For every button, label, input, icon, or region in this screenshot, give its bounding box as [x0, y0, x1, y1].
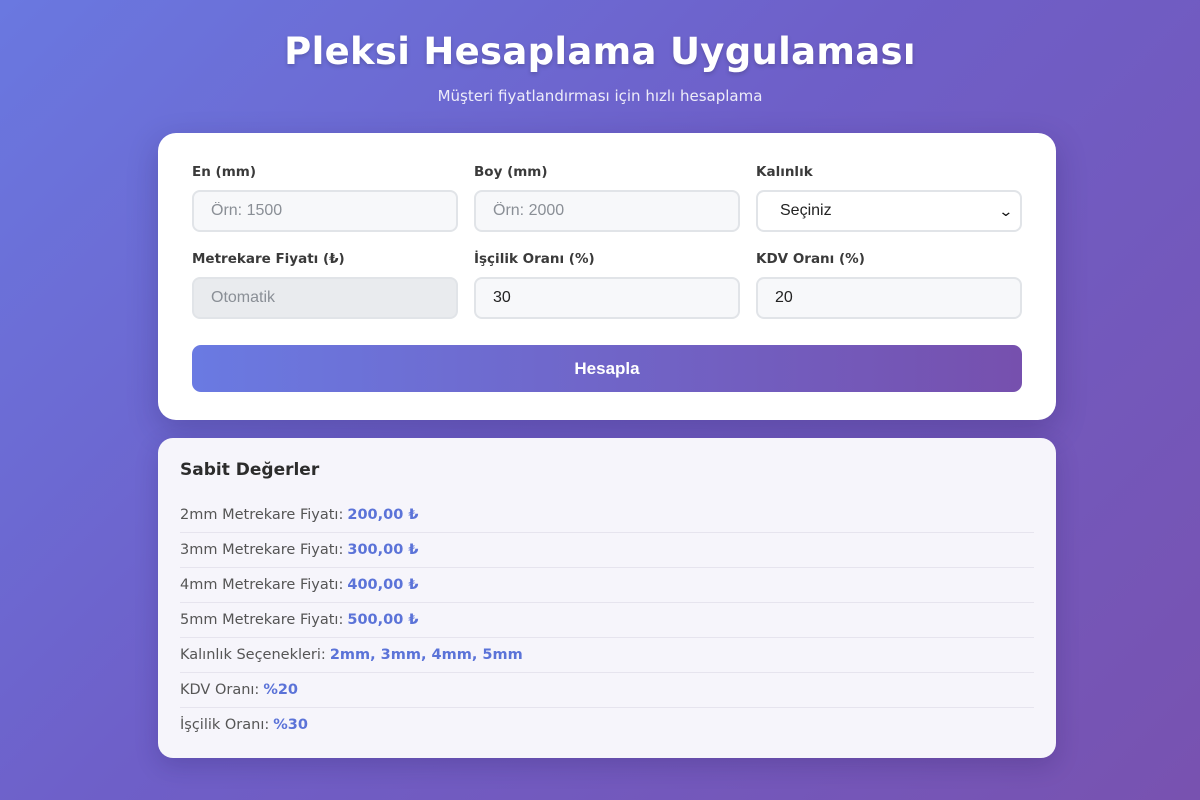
- constants-row: 2mm Metrekare Fiyatı: 200,00 ₺: [180, 498, 1034, 533]
- page-title: Pleksi Hesaplama Uygulaması: [284, 30, 916, 73]
- width-input[interactable]: [192, 190, 458, 232]
- constants-row-label: KDV Oranı:: [180, 682, 260, 698]
- thickness-label: Kalınlık: [756, 164, 813, 180]
- constants-row: İşçilik Oranı: %30: [180, 708, 1034, 743]
- constants-row: KDV Oranı: %20: [180, 673, 1034, 708]
- constants-row-value: %20: [263, 682, 299, 698]
- vat-rate-input[interactable]: [756, 277, 1022, 319]
- constants-row-label: 4mm Metrekare Fiyatı:: [180, 577, 344, 593]
- constants-row-label: Kalınlık Seçenekleri:: [180, 647, 326, 663]
- height-label: Boy (mm): [474, 164, 548, 180]
- calculate-button[interactable]: Hesapla: [192, 345, 1022, 392]
- width-label: En (mm): [192, 164, 257, 180]
- constants-row-label: İşçilik Oranı:: [180, 717, 270, 733]
- thickness-select[interactable]: Seçiniz ⌄: [756, 190, 1022, 232]
- labor-rate-label: İşçilik Oranı (%): [474, 251, 595, 267]
- labor-rate-field-group: İşçilik Oranı (%): [474, 250, 740, 319]
- thickness-selected-value: Seçiniz: [780, 202, 832, 219]
- height-field-group: Boy (mm): [474, 163, 740, 232]
- constants-row-value: 2mm, 3mm, 4mm, 5mm: [329, 647, 523, 663]
- sqm-price-input[interactable]: [192, 277, 458, 319]
- constants-row: 3mm Metrekare Fiyatı: 300,00 ₺: [180, 533, 1034, 568]
- labor-rate-input[interactable]: [474, 277, 740, 319]
- constants-row: 4mm Metrekare Fiyatı: 400,00 ₺: [180, 568, 1034, 603]
- constants-row-label: 5mm Metrekare Fiyatı:: [180, 612, 344, 628]
- constants-list: 2mm Metrekare Fiyatı: 200,00 ₺ 3mm Metreka…: [180, 498, 1034, 743]
- constants-row-value: 200,00 ₺: [347, 507, 419, 523]
- chevron-down-icon: ⌄: [998, 202, 1014, 219]
- constants-row: Kalınlık Seçenekleri: 2mm, 3mm, 4mm, 5mm: [180, 638, 1034, 673]
- vat-rate-label: KDV Oranı (%): [756, 251, 865, 267]
- constants-row-value: 300,00 ₺: [347, 542, 419, 558]
- constants-panel: Sabit Değerler 2mm Metrekare Fiyatı: 200,…: [158, 438, 1056, 758]
- sqm-price-field-group: Metrekare Fiyatı (₺): [192, 250, 458, 319]
- thickness-field-group: Kalınlık Seçiniz ⌄: [756, 163, 1022, 232]
- constants-row-label: 3mm Metrekare Fiyatı:: [180, 542, 344, 558]
- vat-rate-field-group: KDV Oranı (%): [756, 250, 1022, 319]
- page-subtitle: Müşteri fiyatlandırması için hızlı hesap…: [437, 87, 763, 105]
- width-field-group: En (mm): [192, 163, 458, 232]
- calculation-form: En (mm) Boy (mm) Kalınlık Seçiniz ⌄ Metr…: [158, 133, 1056, 420]
- height-input[interactable]: [474, 190, 740, 232]
- constants-row: 5mm Metrekare Fiyatı: 500,00 ₺: [180, 603, 1034, 638]
- constants-row-value: %30: [273, 717, 308, 733]
- sqm-price-label: Metrekare Fiyatı (₺): [192, 251, 345, 267]
- constants-title: Sabit Değerler: [180, 460, 320, 480]
- constants-row-value: 400,00 ₺: [347, 577, 419, 593]
- constants-row-label: 2mm Metrekare Fiyatı:: [180, 507, 344, 523]
- constants-row-value: 500,00 ₺: [347, 612, 419, 628]
